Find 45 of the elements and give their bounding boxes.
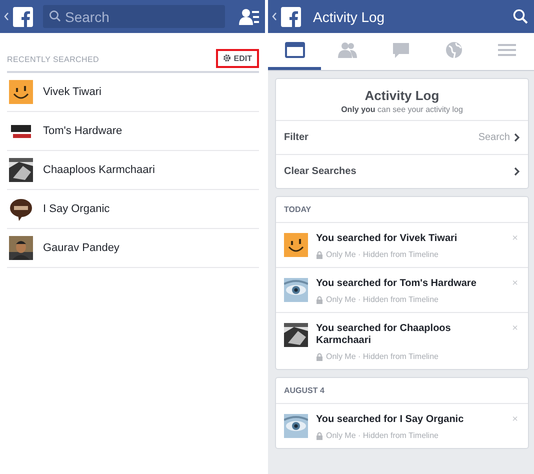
- friends-icon: [338, 41, 358, 59]
- window-title: Activity Log: [313, 8, 385, 24]
- gear-icon: [222, 54, 231, 62]
- contact-name[interactable]: Gaurav Pandey: [43, 242, 120, 254]
- activity-text: You searched for Tom's Hardware: [316, 278, 478, 290]
- privacy-text: Only Me · Hidden from Timeline: [326, 295, 438, 304]
- privacy-text: Only Me · Hidden from Timeline: [326, 250, 438, 259]
- globe-icon: [444, 41, 464, 59]
- activity-text: You searched for Vivek Tiwari: [316, 233, 458, 245]
- contact-name[interactable]: I Say Organic: [43, 203, 110, 215]
- lock-icon: [316, 296, 323, 304]
- search-field[interactable]: Search: [43, 5, 225, 28]
- search-icon: [49, 10, 61, 22]
- lock-icon: [316, 250, 323, 258]
- speech-bubble-icon: [391, 41, 411, 59]
- back-icon[interactable]: [4, 12, 9, 21]
- contact-name[interactable]: Tom's Hardware: [43, 125, 122, 137]
- chevron-icon: [514, 167, 520, 176]
- log-icon: [284, 41, 305, 59]
- activity-text: You searched for I Say Organic: [316, 414, 465, 426]
- search-icon[interactable]: [513, 9, 528, 24]
- chevron-icon: [514, 133, 520, 142]
- section-heading: AUGUST 4: [276, 378, 528, 404]
- activity-text: You searched for Chaaploos Karmchaari: [316, 323, 452, 347]
- row-label: Filter: [284, 132, 310, 143]
- privacy-text: Only Me · Hidden from Timeline: [326, 431, 438, 440]
- lock-icon: [316, 432, 323, 440]
- logo-icon[interactable]: [281, 6, 301, 26]
- logo-icon[interactable]: [13, 6, 33, 26]
- friends-list-icon[interactable]: [239, 8, 259, 26]
- clear-searches-row[interactable]: Clear Searches: [276, 155, 528, 188]
- lock-icon: [316, 352, 323, 360]
- section-heading: TODAY: [276, 197, 528, 223]
- card-title: Activity Log: [364, 87, 440, 103]
- section-title: RECENTLY SEARCHED: [7, 54, 100, 64]
- menu-icon: [497, 41, 518, 59]
- card-subtitle: Only you can see your activity log: [276, 103, 528, 121]
- row-value: Search: [478, 132, 510, 143]
- contact-name[interactable]: Chaaploos Karmchaari: [43, 164, 155, 176]
- row-label: Clear Searches: [284, 166, 358, 177]
- privacy-text: Only Me · Hidden from Timeline: [326, 352, 438, 361]
- edit-button[interactable]: EDIT: [216, 48, 259, 68]
- filter-row[interactable]: Filter Search: [276, 121, 528, 155]
- back-icon[interactable]: [272, 12, 277, 21]
- contact-name[interactable]: Vivek Tiwari: [43, 86, 102, 98]
